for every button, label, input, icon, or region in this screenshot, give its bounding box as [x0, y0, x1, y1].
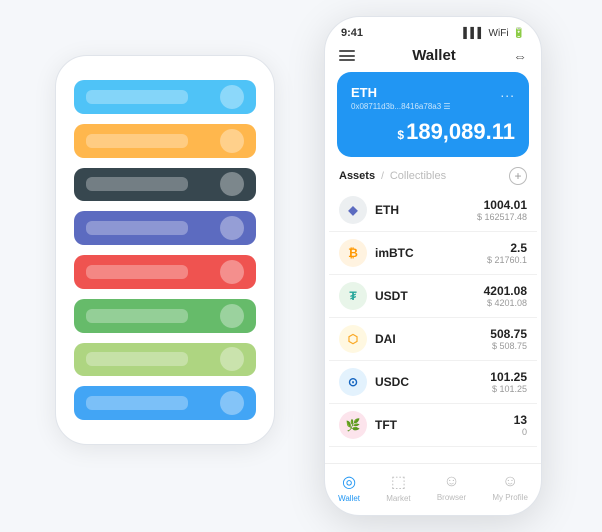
assets-tabs: Assets / Collectibles: [339, 170, 446, 182]
background-phone: [55, 55, 275, 445]
asset-values-eth: 1004.01$ 162517.48: [477, 198, 527, 222]
bg-card-5: [74, 299, 256, 333]
bg-card-0: [74, 80, 256, 114]
expand-icon[interactable]: ⇔: [513, 48, 527, 64]
asset-list-item[interactable]: ₮ USDT4201.08$ 4201.08: [329, 275, 537, 318]
bg-card-3: [74, 211, 256, 245]
asset-name-imbtc: imBTC: [375, 246, 487, 260]
asset-list-item[interactable]: ◆ ETH1004.01$ 162517.48: [329, 189, 537, 232]
asset-usd: $ 508.75: [490, 341, 527, 351]
asset-icon-eth: ◆: [339, 196, 367, 224]
nav-profile[interactable]: ☺ My Profile: [492, 473, 528, 502]
asset-list-item[interactable]: ⬡ DAI508.75$ 508.75: [329, 318, 537, 361]
asset-name-dai: DAI: [375, 332, 490, 346]
eth-amount: $189,089.11: [351, 119, 515, 145]
asset-icon-imbtc: ₿: [339, 239, 367, 267]
collectibles-tab[interactable]: Collectibles: [390, 170, 446, 182]
asset-usd: $ 162517.48: [477, 212, 527, 222]
asset-list-item[interactable]: ⊙ USDC101.25$ 101.25: [329, 361, 537, 404]
asset-icon-tft: 🌿: [339, 411, 367, 439]
asset-values-dai: 508.75$ 508.75: [490, 327, 527, 351]
browser-nav-icon: ☺: [443, 473, 459, 491]
asset-usd: $ 4201.08: [484, 298, 527, 308]
main-phone: 9:41 ▌▌▌ WiFi 🔋 Wallet ⇔ ETH ... 0x08711…: [324, 16, 542, 516]
eth-more-icon[interactable]: ...: [500, 84, 515, 100]
asset-values-usdc: 101.25$ 101.25: [490, 370, 527, 394]
asset-icon-usdc: ⊙: [339, 368, 367, 396]
bottom-nav: ◎ Wallet ⬚ Market ☺ Browser ☺ My Profile: [325, 463, 541, 515]
nav-title: Wallet: [412, 47, 456, 64]
asset-usd: $ 21760.1: [487, 255, 527, 265]
market-nav-label: Market: [386, 494, 410, 503]
bg-card-6: [74, 343, 256, 377]
asset-amount: 101.25: [490, 370, 527, 384]
asset-values-usdt: 4201.08$ 4201.08: [484, 284, 527, 308]
eth-address: 0x08711d3b...8416a78a3 ☰: [351, 102, 515, 111]
asset-icon-dai: ⬡: [339, 325, 367, 353]
tab-separator: /: [381, 171, 384, 182]
bg-card-7: [74, 386, 256, 420]
wallet-nav-icon: ◎: [342, 472, 356, 492]
status-time: 9:41: [341, 27, 363, 39]
asset-usd: 0: [514, 427, 527, 437]
bg-card-4: [74, 255, 256, 289]
asset-values-tft: 130: [514, 413, 527, 437]
browser-nav-label: Browser: [437, 493, 466, 502]
asset-list-item[interactable]: ₿ imBTC2.5$ 21760.1: [329, 232, 537, 275]
status-icons: ▌▌▌ WiFi 🔋: [463, 28, 525, 39]
eth-label: ETH: [351, 85, 377, 100]
asset-list: ◆ ETH1004.01$ 162517.48 ₿ imBTC2.5$ 21760.1…: [325, 189, 541, 463]
nav-wallet[interactable]: ◎ Wallet: [338, 472, 360, 503]
eth-value: 189,089.11: [406, 119, 515, 144]
signal-icon: ▌▌▌: [463, 28, 484, 39]
profile-nav-label: My Profile: [492, 493, 528, 502]
wifi-icon: WiFi: [489, 28, 509, 39]
add-asset-button[interactable]: +: [509, 167, 527, 185]
eth-dollar-sign: $: [397, 128, 404, 142]
assets-tab[interactable]: Assets: [339, 170, 375, 182]
asset-amount: 1004.01: [477, 198, 527, 212]
asset-name-usdc: USDC: [375, 375, 490, 389]
nav-browser[interactable]: ☺ Browser: [437, 473, 466, 502]
asset-amount: 2.5: [487, 241, 527, 255]
asset-icon-usdt: ₮: [339, 282, 367, 310]
hamburger-menu[interactable]: [339, 50, 355, 61]
top-nav: Wallet ⇔: [325, 43, 541, 72]
asset-name-usdt: USDT: [375, 289, 484, 303]
asset-amount: 13: [514, 413, 527, 427]
profile-nav-icon: ☺: [502, 473, 518, 491]
status-bar: 9:41 ▌▌▌ WiFi 🔋: [325, 17, 541, 43]
asset-amount: 508.75: [490, 327, 527, 341]
asset-name-tft: TFT: [375, 418, 514, 432]
asset-values-imbtc: 2.5$ 21760.1: [487, 241, 527, 265]
wallet-nav-label: Wallet: [338, 494, 360, 503]
asset-list-item[interactable]: 🌿 TFT130: [329, 404, 537, 447]
market-nav-icon: ⬚: [391, 472, 406, 492]
asset-name-eth: ETH: [375, 203, 477, 217]
assets-header: Assets / Collectibles +: [325, 157, 541, 189]
asset-usd: $ 101.25: [490, 384, 527, 394]
battery-icon: 🔋: [513, 28, 525, 39]
nav-market[interactable]: ⬚ Market: [386, 472, 410, 503]
bg-card-2: [74, 168, 256, 202]
asset-amount: 4201.08: [484, 284, 527, 298]
eth-card[interactable]: ETH ... 0x08711d3b...8416a78a3 ☰ $189,08…: [337, 72, 529, 157]
bg-card-1: [74, 124, 256, 158]
